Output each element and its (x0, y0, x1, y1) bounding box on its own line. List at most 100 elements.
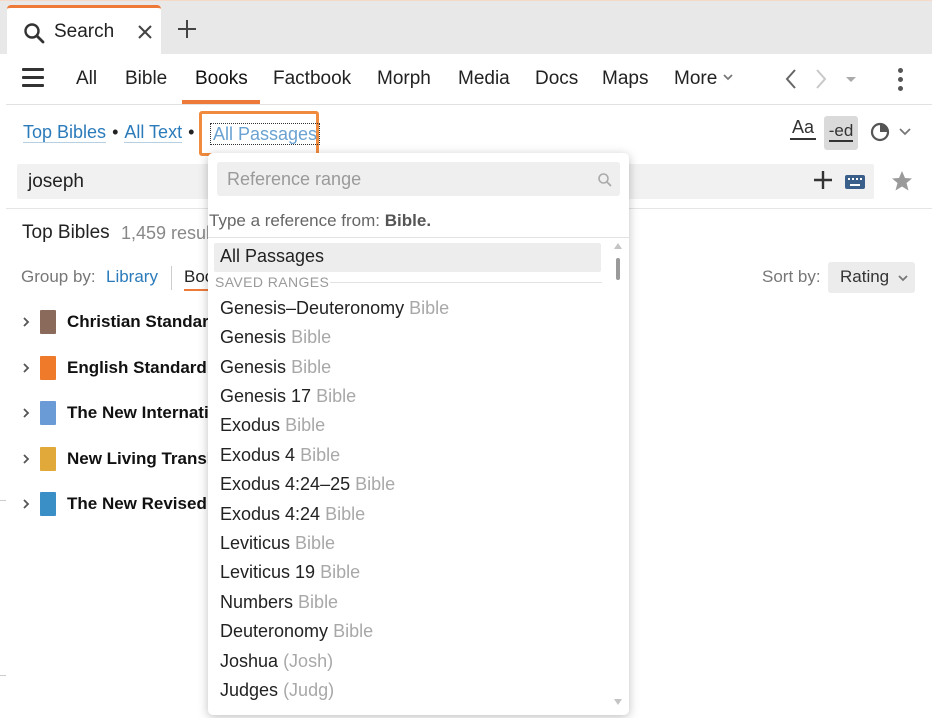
range-source: Bible (320, 562, 361, 582)
tab-books[interactable]: Books (195, 68, 248, 90)
search-scope: Top Bibles • All Text • (23, 122, 200, 143)
inflected-forms-label: -ed (828, 121, 854, 142)
tab-media[interactable]: Media (458, 68, 510, 90)
sort-by-select[interactable]: Rating (828, 262, 915, 293)
range-ref: Numbers (220, 592, 294, 612)
expand-chevron-icon[interactable] (21, 316, 31, 328)
scope-top-bibles-link[interactable]: Top Bibles (23, 122, 107, 143)
range-ref: Exodus (220, 415, 281, 435)
expand-chevron-icon[interactable] (21, 362, 31, 374)
range-source: Bible (295, 533, 336, 553)
range-source: Bible (291, 357, 332, 377)
scope-all-passages-highlight: All Passages (199, 111, 321, 156)
book-cover-icon (40, 401, 56, 425)
scroll-up-arrow-icon[interactable] (614, 243, 622, 249)
search-icon (598, 173, 612, 187)
add-term-icon[interactable] (813, 170, 833, 190)
saved-range-item[interactable]: Genesis Bible (220, 357, 331, 378)
book-cover-icon (40, 310, 56, 334)
hint-divider (208, 237, 629, 238)
group-by-divider (171, 266, 172, 290)
power-icon[interactable] (868, 116, 914, 150)
panel-edge (0, 500, 6, 501)
chevron-down-icon (898, 275, 908, 282)
all-passages-option-label: All Passages (220, 246, 325, 266)
saved-range-item[interactable]: Numbers Bible (220, 592, 338, 613)
reference-range-input[interactable]: Reference range (217, 162, 620, 196)
plus-icon[interactable] (176, 18, 198, 40)
saved-range-item[interactable]: Exodus 4:24 Bible (220, 504, 365, 525)
sort-by-value: Rating (840, 267, 890, 286)
scroll-down-arrow-icon[interactable] (614, 699, 622, 705)
tab-maps[interactable]: Maps (602, 68, 648, 90)
saved-range-item[interactable]: Judges (Judg) (220, 680, 334, 701)
passage-range-dropdown: Reference range Type a reference from: B… (208, 153, 629, 715)
range-source: Bible (298, 592, 339, 612)
range-source: Bible (355, 474, 396, 494)
group-by-library-option[interactable]: Library (106, 267, 158, 287)
tab-all[interactable]: All (76, 68, 97, 90)
tab-morph[interactable]: Morph (377, 68, 431, 90)
back-arrow-icon[interactable] (782, 67, 800, 91)
range-ref: Genesis–Deuteronomy (220, 298, 405, 318)
active-tab-indicator (182, 100, 260, 104)
all-passages-option[interactable]: All Passages (214, 243, 601, 272)
range-ref: Genesis (220, 357, 287, 377)
scope-separator: • (112, 122, 119, 142)
window-tab-strip: Search (0, 0, 932, 55)
range-source: Bible (325, 504, 366, 524)
saved-range-item[interactable]: Deuteronomy Bible (220, 621, 373, 642)
tab-more-label: More (674, 68, 718, 89)
forward-arrow-icon[interactable] (812, 67, 830, 91)
search-icon (24, 23, 45, 44)
tab-factbook[interactable]: Factbook (273, 68, 351, 90)
range-ref: Joshua (220, 651, 279, 671)
reference-hint: Type a reference from: Bible. (209, 211, 431, 231)
saved-ranges-divider (330, 282, 602, 283)
reference-range-placeholder: Reference range (227, 169, 362, 189)
saved-range-item[interactable]: Genesis–Deuteronomy Bible (220, 298, 449, 319)
tab-docs[interactable]: Docs (535, 68, 578, 90)
book-cover-icon (40, 492, 56, 516)
range-source: Bible (316, 386, 357, 406)
more-options-icon[interactable] (898, 68, 906, 92)
expand-chevron-icon[interactable] (21, 453, 31, 465)
inflected-forms-button[interactable]: -ed (824, 116, 858, 150)
range-source: Bible (333, 621, 374, 641)
dropdown-scrollbar[interactable] (612, 241, 624, 711)
star-icon[interactable] (890, 169, 914, 193)
saved-range-item[interactable]: Genesis Bible (220, 327, 331, 348)
close-icon[interactable] (135, 22, 155, 42)
saved-range-item[interactable]: Leviticus Bible (220, 533, 335, 554)
saved-range-item[interactable]: Exodus 4 Bible (220, 445, 340, 466)
tab-more[interactable]: More (674, 68, 733, 90)
expand-chevron-icon[interactable] (21, 407, 31, 419)
reference-hint-source: Bible. (384, 211, 432, 230)
history-dropdown-icon[interactable] (842, 67, 860, 91)
saved-ranges-header: SAVED RANGES (215, 274, 330, 290)
font-format-button[interactable]: Aa (790, 116, 817, 140)
range-source: Bible (291, 327, 332, 347)
scrollbar-thumb[interactable] (616, 258, 620, 280)
tab-bible[interactable]: Bible (125, 68, 167, 90)
search-tab[interactable]: Search (7, 5, 161, 55)
saved-range-item[interactable]: Leviticus 19 Bible (220, 562, 360, 583)
group-by-label: Group by: (21, 267, 96, 286)
scope-all-text-link[interactable]: All Text (124, 122, 183, 143)
range-source: Bible (409, 298, 450, 318)
saved-range-item[interactable]: Exodus Bible (220, 415, 325, 436)
keyboard-icon[interactable] (845, 175, 865, 189)
range-ref: Judges (220, 680, 279, 700)
menu-icon[interactable] (22, 68, 44, 88)
reference-hint-prefix: Type a reference from: (209, 211, 381, 230)
saved-range-item[interactable]: Exodus 4:24–25 Bible (220, 474, 395, 495)
search-query: joseph (28, 171, 84, 192)
scope-all-passages-link[interactable]: All Passages (210, 123, 321, 145)
saved-range-item[interactable]: Joshua (Josh) (220, 651, 333, 672)
saved-range-item[interactable]: Genesis 17 Bible (220, 386, 356, 407)
range-ref: Genesis (220, 327, 287, 347)
results-title: Top Bibles (22, 222, 110, 243)
range-ref: Exodus 4:24–25 (220, 474, 351, 494)
range-ref: Leviticus (220, 533, 291, 553)
expand-chevron-icon[interactable] (21, 498, 31, 510)
